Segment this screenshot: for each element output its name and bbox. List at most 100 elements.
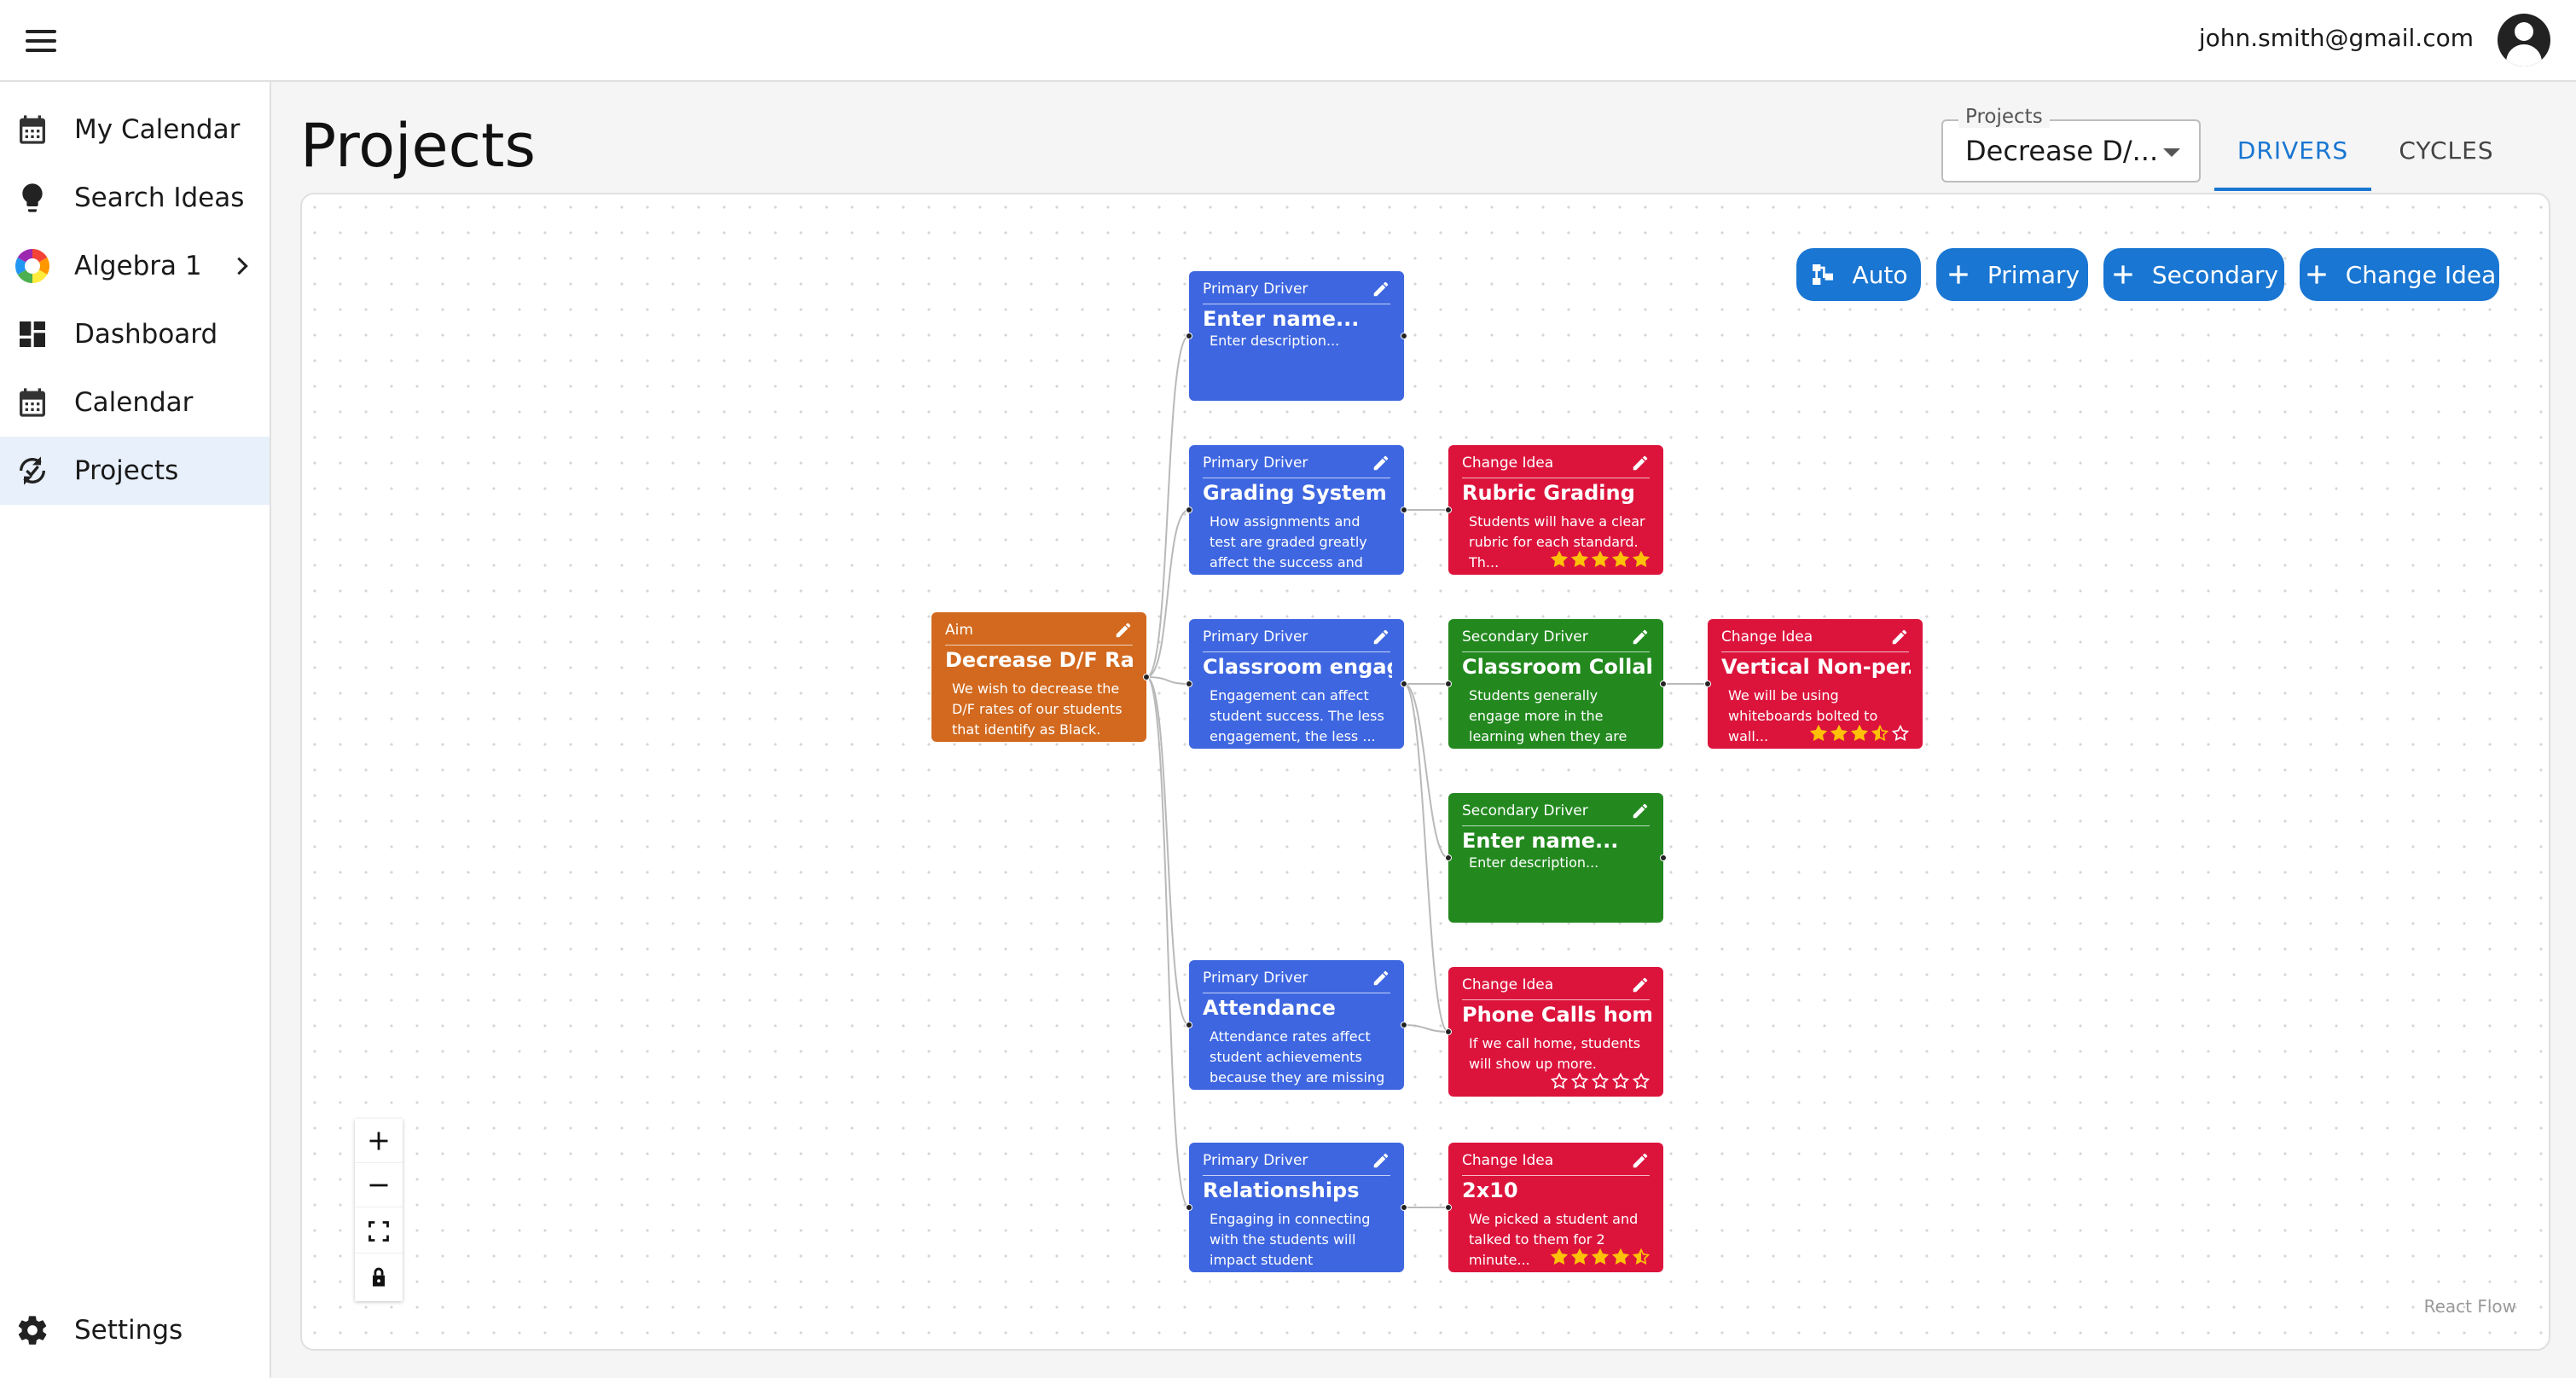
node-handle-source[interactable] bbox=[1143, 674, 1150, 680]
star-half-icon[interactable] bbox=[1871, 725, 1888, 742]
node-aim[interactable]: Aim Decrease D/F Rat... We wish to decre… bbox=[931, 612, 1150, 742]
lock-toggle-button[interactable] bbox=[355, 1255, 403, 1300]
node-change-idea[interactable]: Change Idea Rubric Grading Students will… bbox=[1445, 445, 1663, 575]
node-handle-target[interactable] bbox=[1445, 854, 1452, 861]
star-empty-icon[interactable] bbox=[1633, 1073, 1650, 1090]
sidebar-item-projects[interactable]: Projects bbox=[0, 437, 270, 505]
node-secondary-driver[interactable]: Secondary Driver Enter name... Enter des… bbox=[1445, 793, 1667, 923]
auto-layout-button[interactable]: Auto bbox=[1796, 248, 1921, 301]
star-empty-icon[interactable] bbox=[1892, 725, 1909, 742]
star-full-icon[interactable] bbox=[1551, 1248, 1568, 1265]
pencil-icon[interactable] bbox=[1631, 802, 1650, 820]
account-avatar-icon[interactable] bbox=[2498, 14, 2550, 67]
tab-drivers[interactable]: DRIVERS bbox=[2214, 128, 2371, 191]
zoom-out-button[interactable] bbox=[355, 1163, 403, 1207]
node-handle-source[interactable] bbox=[1401, 507, 1407, 513]
node-primary-driver[interactable]: Primary Driver Attendance Attendance rat… bbox=[1186, 960, 1407, 1106]
sidebar-item-dashboard[interactable]: Dashboard bbox=[0, 300, 270, 368]
fit-view-button[interactable] bbox=[355, 1209, 403, 1254]
star-rating[interactable] bbox=[1551, 551, 1650, 568]
node-change-idea[interactable]: Change Idea Phone Calls home If we call … bbox=[1445, 967, 1663, 1097]
node-handle-target[interactable] bbox=[1186, 1022, 1192, 1028]
star-rating[interactable] bbox=[1551, 1073, 1650, 1090]
star-full-icon[interactable] bbox=[1551, 551, 1568, 568]
caret-down-icon bbox=[2163, 148, 2180, 157]
node-handle-source[interactable] bbox=[1401, 333, 1407, 339]
node-primary-driver[interactable]: Primary Driver Enter name... Enter descr… bbox=[1186, 271, 1407, 401]
pencil-icon[interactable] bbox=[1372, 628, 1390, 646]
star-empty-icon[interactable] bbox=[1612, 1073, 1629, 1090]
project-select[interactable]: Projects Decrease D/... bbox=[1941, 106, 2201, 182]
node-handle-source[interactable] bbox=[1660, 680, 1667, 687]
star-full-icon[interactable] bbox=[1571, 1248, 1588, 1265]
pencil-icon[interactable] bbox=[1631, 976, 1650, 994]
node-change-idea[interactable]: Change Idea 2x10 We picked a student and… bbox=[1445, 1143, 1663, 1272]
star-full-icon[interactable] bbox=[1830, 725, 1848, 742]
node-handle-source[interactable] bbox=[1401, 680, 1407, 687]
sidebar-item-label: Projects bbox=[74, 455, 179, 486]
node-primary-driver[interactable]: Primary Driver Relationships Engaging in… bbox=[1186, 1143, 1407, 1288]
flow-canvas[interactable]: Auto Primary Secondary Change Idea Aim D… bbox=[300, 193, 2550, 1351]
node-handle-target[interactable] bbox=[1186, 680, 1192, 687]
node-primary-driver[interactable]: Primary Driver Classroom engag... Engage… bbox=[1186, 619, 1407, 749]
pencil-icon[interactable] bbox=[1372, 454, 1390, 472]
pencil-icon[interactable] bbox=[1372, 1151, 1390, 1170]
pencil-icon[interactable] bbox=[1372, 969, 1390, 987]
node-divider bbox=[1462, 1175, 1650, 1176]
star-full-icon[interactable] bbox=[1592, 551, 1609, 568]
node-change-idea[interactable]: Change Idea Vertical Non-per... We will … bbox=[1704, 619, 1923, 749]
node-handle-target[interactable] bbox=[1704, 680, 1711, 687]
project-select-label: Projects bbox=[1958, 106, 2050, 128]
node-description: Attendance rates affect student achievem… bbox=[1210, 1028, 1385, 1106]
pencil-icon[interactable] bbox=[1631, 628, 1650, 646]
node-handle-target[interactable] bbox=[1445, 680, 1452, 687]
add-change-idea-button[interactable]: Change Idea bbox=[2300, 248, 2499, 301]
star-empty-icon[interactable] bbox=[1592, 1073, 1609, 1090]
sidebar-item-calendar[interactable]: Calendar bbox=[0, 368, 270, 437]
node-handle-source[interactable] bbox=[1401, 1022, 1407, 1028]
pencil-icon[interactable] bbox=[1114, 621, 1133, 640]
node-handle-source[interactable] bbox=[1660, 854, 1667, 861]
pencil-icon[interactable] bbox=[1631, 1151, 1650, 1170]
sidebar-item-my-calendar[interactable]: My Calendar bbox=[0, 96, 270, 164]
menu-icon[interactable] bbox=[17, 19, 65, 63]
node-handle-target[interactable] bbox=[1445, 1204, 1452, 1211]
add-primary-button[interactable]: Primary bbox=[1936, 248, 2088, 301]
star-empty-icon[interactable] bbox=[1571, 1073, 1588, 1090]
star-rating[interactable] bbox=[1810, 725, 1909, 742]
react-flow-attribution[interactable]: React Flow bbox=[2424, 1296, 2516, 1317]
star-full-icon[interactable] bbox=[1592, 1248, 1609, 1265]
star-full-icon[interactable] bbox=[1851, 725, 1868, 742]
sidebar-item-label: Algebra 1 bbox=[74, 251, 202, 281]
node-handle-target[interactable] bbox=[1445, 1028, 1452, 1035]
node-handle-source[interactable] bbox=[1401, 1204, 1407, 1211]
node-name: Classroom engag... bbox=[1203, 655, 1392, 679]
star-full-icon[interactable] bbox=[1633, 551, 1650, 568]
star-half-icon[interactable] bbox=[1633, 1248, 1650, 1265]
node-divider bbox=[1203, 1175, 1390, 1176]
page-title: Projects bbox=[300, 111, 536, 181]
node-handle-target[interactable] bbox=[1186, 333, 1192, 339]
star-empty-icon[interactable] bbox=[1551, 1073, 1568, 1090]
node-handle-target[interactable] bbox=[1445, 507, 1452, 513]
add-secondary-button[interactable]: Secondary bbox=[2103, 248, 2284, 301]
tab-cycles[interactable]: CYCLES bbox=[2371, 128, 2521, 191]
star-rating[interactable] bbox=[1551, 1248, 1650, 1265]
node-secondary-driver[interactable]: Secondary Driver Classroom Collab... Stu… bbox=[1445, 619, 1667, 765]
node-handle-target[interactable] bbox=[1186, 1204, 1192, 1211]
sidebar-item-algebra-1[interactable]: Algebra 1 bbox=[0, 232, 270, 300]
pencil-icon[interactable] bbox=[1890, 628, 1909, 646]
node-handle-target[interactable] bbox=[1186, 507, 1192, 513]
zoom-in-button[interactable] bbox=[355, 1119, 403, 1163]
star-full-icon[interactable] bbox=[1810, 725, 1827, 742]
pencil-icon[interactable] bbox=[1631, 454, 1650, 472]
star-full-icon[interactable] bbox=[1612, 1248, 1629, 1265]
star-full-icon[interactable] bbox=[1612, 551, 1629, 568]
sidebar-item-settings[interactable]: Settings bbox=[0, 1296, 270, 1364]
edge-aim-to-enter-name bbox=[1146, 335, 1190, 678]
sidebar-item-search-ideas[interactable]: Search Ideas bbox=[0, 164, 270, 232]
node-name: Enter name... bbox=[1462, 829, 1619, 853]
node-primary-driver[interactable]: Primary Driver Grading System How assign… bbox=[1186, 445, 1407, 591]
star-full-icon[interactable] bbox=[1571, 551, 1588, 568]
pencil-icon[interactable] bbox=[1372, 280, 1390, 298]
